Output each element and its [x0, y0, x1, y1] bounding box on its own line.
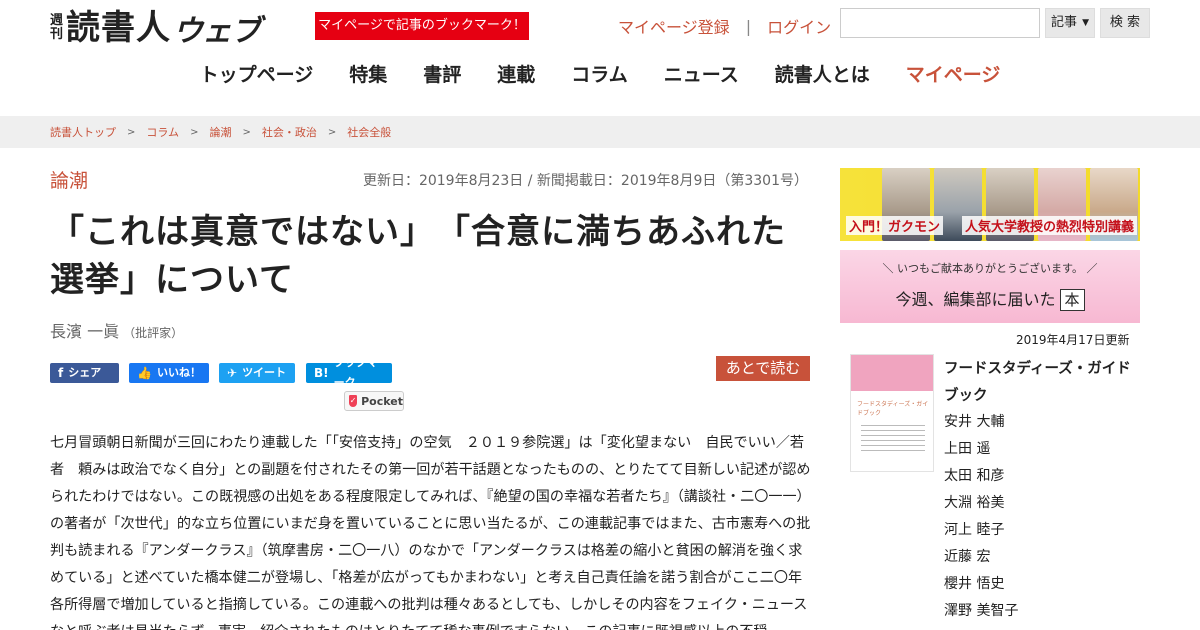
- hatena-label: ブックマーク: [333, 356, 378, 389]
- like-icon: 👍: [137, 366, 152, 380]
- book-author[interactable]: 櫻井 悟史: [944, 571, 1018, 598]
- breadcrumb-bar: 読書人トップ > コラム > 論潮 > 社会・政治 > 社会全般: [0, 116, 1200, 148]
- login-link[interactable]: ログイン: [767, 14, 831, 38]
- chevron-right-icon: >: [127, 126, 136, 138]
- twitter-icon: ✈: [227, 366, 238, 380]
- banner-thanks-text: ＼ いつもご献本ありがとうございます。 ／: [882, 262, 1098, 275]
- twitter-share-label: ツイート: [242, 366, 287, 379]
- book-author[interactable]: 澤野 美智子: [944, 598, 1018, 625]
- hatena-bookmark-button[interactable]: B! ブックマーク: [306, 356, 392, 389]
- nav-top[interactable]: トップページ: [182, 62, 332, 88]
- facebook-share-button[interactable]: f シェア: [50, 363, 119, 383]
- cover-pink-block: [851, 355, 933, 391]
- twitter-share-button[interactable]: ✈ ツイート: [219, 363, 295, 383]
- cover-text-lines: [861, 425, 925, 455]
- pocket-icon: ✓: [349, 395, 358, 407]
- logo-weekly: 週刊: [50, 13, 64, 42]
- book-author[interactable]: 大淵 裕美: [944, 490, 1018, 517]
- gakumon-banner[interactable]: 入門！ガクモン 人気大学教授の熱烈特別講義: [840, 168, 1140, 241]
- site-logo[interactable]: 週刊 読書人 ウェブ: [50, 6, 261, 50]
- book-author[interactable]: 近藤 宏: [944, 544, 1018, 571]
- nav-review[interactable]: 書評: [405, 62, 479, 88]
- pocket-label: Pocket: [361, 394, 403, 408]
- book-cover-image[interactable]: フードスタディーズ・ガイドブック: [850, 354, 934, 472]
- article-category[interactable]: 論潮: [50, 166, 88, 193]
- author-name[interactable]: 長濱 一眞: [50, 322, 119, 341]
- like-label: いいね！: [156, 366, 201, 379]
- mypage-register-link[interactable]: マイページ登録: [618, 14, 730, 38]
- breadcrumb-society-politics[interactable]: 社会・政治: [262, 124, 317, 140]
- search-type-select[interactable]: 記事 ▼: [1045, 8, 1095, 38]
- nav-column[interactable]: コラム: [553, 62, 645, 88]
- author-role: （批評家）: [123, 326, 184, 340]
- mypage-bookmark-banner[interactable]: マイページで記事のブックマーク！: [315, 12, 529, 40]
- caret-down-icon: ▼: [1082, 18, 1089, 28]
- search-button[interactable]: 検 索: [1100, 8, 1150, 38]
- logo-dokushojin: 読書人: [66, 8, 171, 48]
- banner-received-text: 今週、編集部に届いた本: [840, 286, 1140, 311]
- chevron-right-icon: >: [190, 126, 199, 138]
- nav-about[interactable]: 読書人とは: [757, 62, 888, 88]
- nav-news[interactable]: ニュース: [646, 62, 757, 88]
- main-nav: トップページ 特集 書評 連載 コラム ニュース 読書人とは マイページ: [0, 62, 1200, 88]
- article-title: 「これは真意ではない」 「合意に満ちあふれた選挙」について: [50, 212, 786, 300]
- top-links: マイページ登録 | ログイン: [618, 14, 831, 38]
- chevron-right-icon: >: [327, 126, 337, 138]
- article-body: 七月冒頭朝日新聞が三回にわたり連載した「「安倍支持」の空気 ２０１９参院選」は「…: [50, 435, 811, 630]
- book-author[interactable]: 太田 和彦: [944, 463, 1018, 490]
- hatena-icon: B!: [314, 366, 329, 380]
- banner-caption-lecture: 人気大学教授の熱烈特別講義: [962, 216, 1138, 235]
- breadcrumb-column[interactable]: コラム: [146, 124, 179, 140]
- book-authors: 安井 大輔 上田 遥 太田 和彦 大淵 裕美 河上 睦子 近藤 宏 櫻井 悟史 …: [944, 409, 1018, 625]
- logo-web: ウェブ: [173, 14, 261, 49]
- banner-caption-gakumon: 入門！ガクモン: [846, 216, 944, 235]
- search-type-value: 記事: [1051, 15, 1078, 30]
- article-author: 長濱 一眞 （批評家）: [50, 318, 183, 342]
- book-label: 本: [1059, 289, 1085, 311]
- facebook-share-label: シェア: [68, 366, 102, 379]
- chevron-right-icon: >: [242, 126, 251, 138]
- search-input[interactable]: [840, 8, 1040, 38]
- article-dates: 更新日：2019年8月23日 / 新聞掲載日：2019年8月9日（第3301号）: [362, 173, 808, 189]
- nav-serial[interactable]: 連載: [479, 62, 553, 88]
- breadcrumb-home[interactable]: 読書人トップ: [50, 124, 116, 140]
- pocket-button[interactable]: ✓ Pocket: [344, 391, 404, 411]
- link-separator: |: [745, 16, 752, 36]
- read-later-button[interactable]: あとで読む: [716, 356, 810, 381]
- book-author[interactable]: 河上 睦子: [944, 517, 1018, 544]
- banner-received-label: 今週、編集部に届いた: [895, 290, 1056, 309]
- book-title[interactable]: フードスタディーズ・ガイドブック: [944, 356, 1134, 410]
- sidebar-update-date: 2019年4月17日更新: [1016, 333, 1130, 347]
- book-author[interactable]: 上田 遥: [944, 436, 1018, 463]
- book-author[interactable]: 安井 大輔: [944, 409, 1018, 436]
- cover-title: フードスタディーズ・ガイドブック: [857, 401, 929, 417]
- nav-mypage[interactable]: マイページ: [888, 62, 1019, 88]
- breadcrumb-society-general[interactable]: 社会全般: [347, 124, 391, 140]
- received-books-banner[interactable]: ＼ いつもご献本ありがとうございます。 ／ 今週、編集部に届いた本: [840, 250, 1140, 323]
- breadcrumb: 読書人トップ > コラム > 論潮 > 社会・政治 > 社会全般: [50, 116, 391, 148]
- facebook-like-button[interactable]: 👍 いいね！: [129, 363, 209, 383]
- nav-feature[interactable]: 特集: [331, 62, 405, 88]
- facebook-icon: f: [58, 366, 64, 380]
- breadcrumb-ronchou[interactable]: 論潮: [209, 124, 231, 140]
